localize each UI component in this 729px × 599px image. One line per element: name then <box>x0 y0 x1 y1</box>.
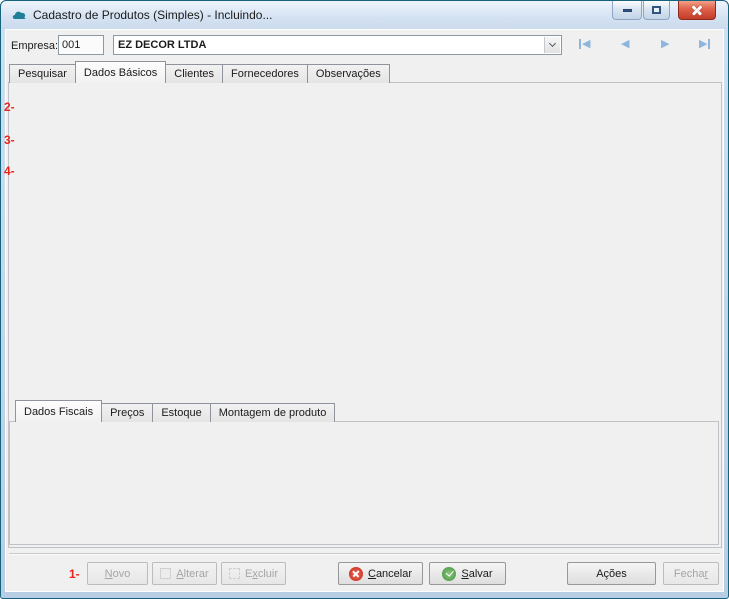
record-prev-button[interactable]: ◀ <box>621 37 629 50</box>
tab-dados-basicos[interactable]: Dados Básicos <box>75 61 166 83</box>
titlebar: Cadastro de Produtos (Simples) - Incluin… <box>1 1 728 29</box>
tab-montagem-produto[interactable]: Montagem de produto <box>210 403 336 422</box>
fiscal-tabs: Dados Fiscais Preços Estoque Montagem de… <box>15 401 334 422</box>
cancel-icon <box>349 567 363 581</box>
cancelar-button[interactable]: Cancelar <box>338 562 423 585</box>
last-icon: ▶ <box>699 37 707 50</box>
empresa-combo[interactable]: EZ DECOR LTDA <box>113 35 562 55</box>
novo-button[interactable]: Novo <box>87 562 148 585</box>
empresa-label: Empresa: <box>11 40 58 52</box>
tab-estoque[interactable]: Estoque <box>152 403 210 422</box>
excluir-button[interactable]: Excluir <box>221 562 286 585</box>
tab-dados-fiscais[interactable]: Dados Fiscais <box>15 400 102 422</box>
tab-pesquisar[interactable]: Pesquisar <box>9 64 76 83</box>
annotation-1: 1- <box>69 567 80 581</box>
footer-separator <box>9 553 720 555</box>
prev-icon: ◀ <box>621 37 629 50</box>
maximize-icon <box>652 6 661 14</box>
first-icon: ◀ <box>582 37 590 50</box>
empresa-combo-value: EZ DECOR LTDA <box>118 39 541 51</box>
close-button[interactable] <box>678 1 716 20</box>
main-tabs: Pesquisar Dados Básicos Clientes Fornece… <box>9 61 389 83</box>
window-title: Cadastro de Produtos (Simples) - Incluin… <box>33 8 272 22</box>
record-next-button[interactable]: ▶ <box>661 37 669 50</box>
annotation-4: 4- <box>4 164 15 178</box>
salvar-button[interactable]: Salvar <box>429 562 506 585</box>
tab-clientes[interactable]: Clientes <box>165 64 223 83</box>
record-last-button[interactable]: ▶ <box>699 37 710 50</box>
alterar-button[interactable]: Alterar <box>152 562 217 585</box>
acoes-button[interactable]: Ações <box>567 562 656 585</box>
fechar-button[interactable]: Fechar <box>663 562 719 585</box>
edit-icon <box>160 568 171 579</box>
record-first-button[interactable]: ◀ <box>579 37 590 50</box>
annotation-2: 2- <box>4 100 15 114</box>
minimize-icon <box>623 9 632 12</box>
empresa-code-input[interactable] <box>58 35 104 55</box>
tab-fornecedores[interactable]: Fornecedores <box>222 64 308 83</box>
save-icon <box>442 567 456 581</box>
maximize-button[interactable] <box>643 1 670 20</box>
annotation-3: 3- <box>4 133 15 147</box>
dialog-window: Cadastro de Produtos (Simples) - Incluin… <box>0 0 729 599</box>
delete-icon <box>229 568 240 579</box>
chevron-down-icon[interactable] <box>544 37 560 53</box>
app-icon <box>11 7 27 23</box>
dados-fiscais-page <box>9 421 719 545</box>
tab-precos[interactable]: Preços <box>101 403 153 422</box>
tab-observacoes[interactable]: Observações <box>307 64 390 83</box>
minimize-button[interactable] <box>612 1 642 20</box>
close-icon <box>691 4 703 16</box>
next-icon: ▶ <box>661 37 669 50</box>
